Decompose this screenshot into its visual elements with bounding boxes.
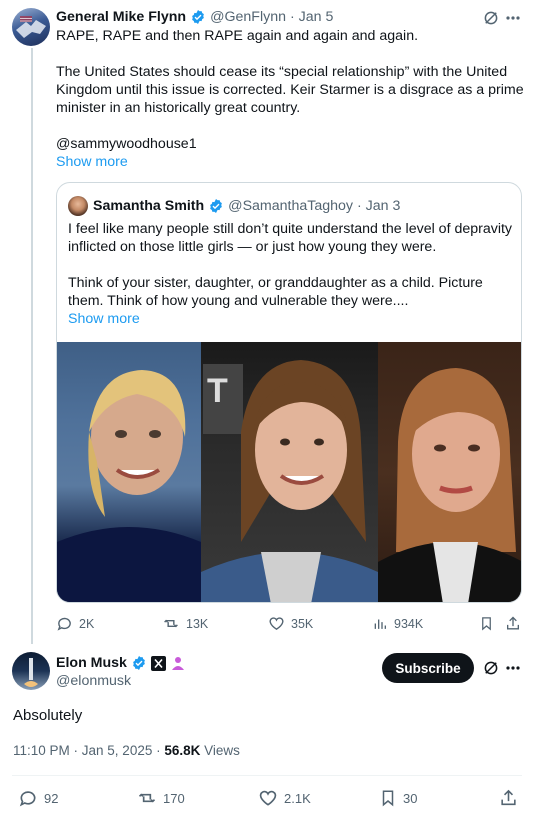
- bookmark-icon[interactable]: [479, 615, 494, 632]
- tweet-body-line: The United States should cease its “spec…: [56, 64, 508, 80]
- avatar-samantha[interactable]: [68, 196, 88, 216]
- like-count: 35K: [291, 616, 314, 631]
- verified-badge-icon: [190, 9, 206, 25]
- verified-badge-icon: [131, 655, 147, 671]
- views-button[interactable]: 934K: [372, 615, 423, 632]
- reply-count: 2K: [79, 616, 95, 631]
- bookmark-icon: [379, 788, 397, 808]
- like-button[interactable]: 35K: [268, 615, 313, 632]
- quote-author-name[interactable]: Samantha Smith: [93, 197, 204, 215]
- tweet-meta: 11:10 PM · Jan 5, 2025 · 56.8K Views: [13, 743, 240, 758]
- quote-photo-1[interactable]: [57, 342, 201, 602]
- views-count: 934K: [394, 616, 424, 631]
- quote-body-line: Think of your sister, daughter, or grand…: [68, 275, 483, 291]
- grok-icon[interactable]: [482, 659, 500, 677]
- like-count: 2.1K: [284, 790, 311, 806]
- grok-icon[interactable]: [482, 9, 500, 27]
- tweet-body-line: minister in an historically great countr…: [56, 100, 301, 116]
- repost-icon: [162, 615, 180, 632]
- bookmark-button[interactable]: 30: [379, 788, 417, 808]
- bookmark-count: 30: [403, 790, 418, 806]
- reply-button[interactable]: 2K: [56, 615, 94, 632]
- quote-body-line: them. Think of how young and vulnerable …: [68, 293, 409, 309]
- repost-button[interactable]: 170: [137, 788, 185, 808]
- tweet-header: General Mike Flynn @GenFlynn · Jan 5: [56, 8, 333, 26]
- quote-author-handle[interactable]: @SamanthaTaghoy: [228, 197, 353, 215]
- tweet-time[interactable]: · Jan 5: [290, 8, 333, 26]
- repost-count: 13K: [186, 616, 209, 631]
- quote-photo-2[interactable]: T: [201, 342, 378, 602]
- quoted-tweet[interactable]: Samantha Smith @SamanthaTaghoy · Jan 3 I…: [56, 182, 522, 603]
- views-label: Views: [204, 743, 240, 758]
- repost-icon: [137, 788, 157, 808]
- show-more-link[interactable]: Show more: [56, 153, 128, 171]
- x-logo-icon: [150, 655, 166, 671]
- reply-count: 92: [44, 790, 59, 806]
- author-handle[interactable]: @elonmusk: [56, 672, 131, 690]
- portrait-child-icon: T: [201, 360, 378, 602]
- more-options-icon[interactable]: [505, 9, 521, 27]
- quote-time[interactable]: · Jan 3: [357, 197, 400, 215]
- subscribe-button[interactable]: Subscribe: [382, 653, 474, 683]
- views-count: 56.8K: [164, 743, 201, 758]
- repost-button[interactable]: 13K: [162, 615, 208, 632]
- analytics-icon: [372, 615, 388, 632]
- quote-show-more-link[interactable]: Show more: [68, 310, 140, 328]
- thread-line: [31, 48, 33, 644]
- tweet-body-line: Kingdom until this issue is corrected. K…: [56, 82, 524, 98]
- mention-link[interactable]: @sammywoodhouse1: [56, 135, 197, 153]
- eagle-flag-icon: [16, 16, 46, 38]
- reply-button[interactable]: 92: [18, 788, 58, 808]
- rocket-icon: [24, 658, 38, 687]
- divider: [12, 775, 522, 776]
- avatar-flynn[interactable]: [12, 8, 50, 46]
- author-name[interactable]: Elon Musk: [56, 654, 127, 672]
- reply-icon: [56, 615, 73, 632]
- quote-body-line: I feel like many people still don’t quit…: [68, 221, 513, 237]
- tweet-header: Elon Musk: [56, 654, 186, 672]
- like-button[interactable]: 2.1K: [258, 788, 311, 808]
- verified-badge-icon: [208, 198, 224, 214]
- tweet-body-line: RAPE, RAPE and then RAPE again and again…: [56, 28, 419, 44]
- share-icon[interactable]: [505, 615, 521, 632]
- author-name[interactable]: General Mike Flynn: [56, 8, 186, 26]
- heart-icon: [268, 615, 285, 632]
- quote-body-line: inflicted on those little girls — or jus…: [68, 239, 437, 255]
- author-handle[interactable]: @GenFlynn: [210, 8, 286, 26]
- portrait-girl-icon: [378, 368, 521, 602]
- avatar-elon[interactable]: [12, 652, 50, 690]
- more-options-icon[interactable]: [505, 659, 521, 677]
- affiliate-badge-icon: [170, 655, 186, 671]
- share-icon[interactable]: [499, 788, 518, 808]
- quote-photo-3[interactable]: [378, 342, 521, 602]
- tweet-timestamp[interactable]: 11:10 PM · Jan 5, 2025 ·: [13, 743, 161, 758]
- heart-icon: [258, 788, 278, 808]
- tweet-body: Absolutely: [13, 707, 83, 724]
- portrait-child-icon: [57, 370, 201, 602]
- reply-icon: [18, 788, 38, 808]
- svg-text:T: T: [207, 372, 228, 410]
- repost-count: 170: [163, 790, 185, 806]
- quote-header: Samantha Smith @SamanthaTaghoy · Jan 3: [93, 197, 400, 215]
